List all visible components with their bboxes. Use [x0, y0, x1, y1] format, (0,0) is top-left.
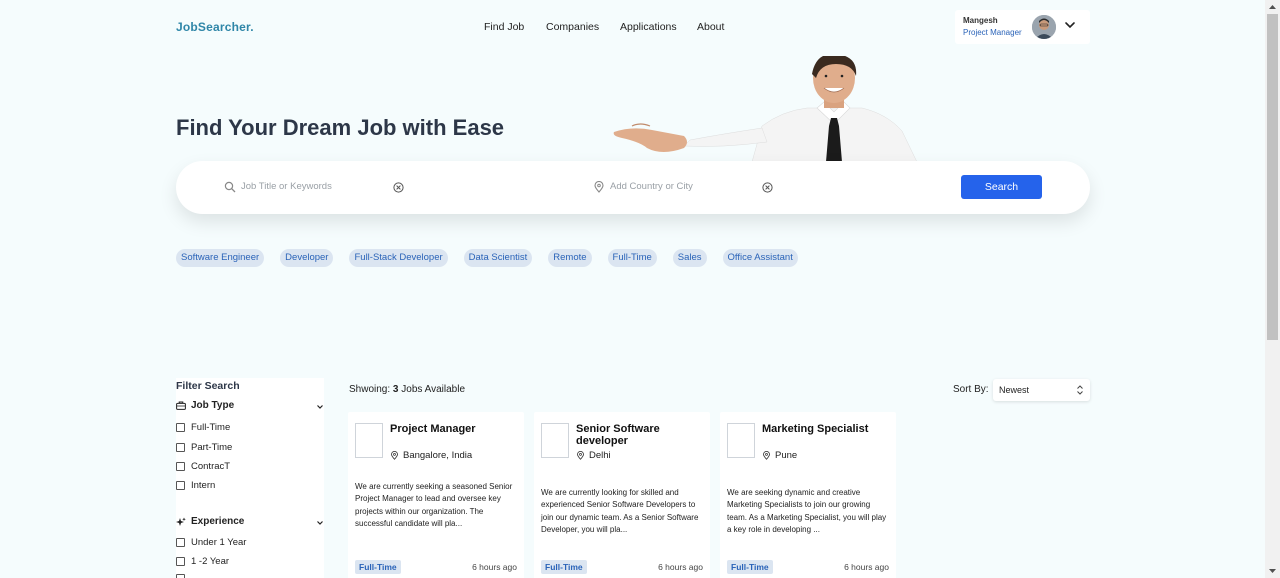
- job-card[interactable]: Marketing Specialist Pune We are seeking…: [720, 412, 896, 578]
- experience-title: Experience: [191, 516, 245, 527]
- job-location: Bangalore, India: [390, 450, 472, 461]
- filter-panel: Filter Search Job Type Full-Time Part-Ti…: [176, 378, 324, 578]
- posted-time: 6 hours ago: [658, 562, 703, 572]
- location-icon: [594, 181, 604, 193]
- sort-label: Sort By:: [953, 384, 989, 395]
- posted-time: 6 hours ago: [844, 562, 889, 572]
- experience-option[interactable]: Under 1 Year: [176, 537, 246, 548]
- job-type-title: Job Type: [191, 400, 235, 411]
- scroll-up-arrow-icon[interactable]: [1268, 3, 1277, 11]
- job-type-badge: Full-Time: [541, 560, 587, 574]
- nav-find-job[interactable]: Find Job: [484, 21, 524, 33]
- checkbox[interactable]: [176, 423, 185, 432]
- job-type-section-toggle[interactable]: Job Type: [176, 400, 234, 411]
- clear-icon[interactable]: [393, 182, 404, 193]
- job-type-option[interactable]: Full-Time: [176, 422, 230, 433]
- posted-time: 6 hours ago: [472, 562, 517, 572]
- job-type-option[interactable]: ContracT: [176, 461, 230, 472]
- location-icon: [391, 451, 398, 460]
- job-type-badge: Full-Time: [727, 560, 773, 574]
- tag-remote[interactable]: Remote: [548, 249, 592, 267]
- tag-data-scientist[interactable]: Data Scientist: [463, 249, 533, 267]
- nav-companies[interactable]: Companies: [546, 21, 599, 33]
- sparkle-icon: [176, 517, 186, 526]
- tag-full-time[interactable]: Full-Time: [607, 249, 657, 267]
- job-description: We are seeking dynamic and creative Mark…: [727, 488, 887, 534]
- checkbox[interactable]: [176, 481, 185, 490]
- page-title: Find Your Dream Job with Ease: [176, 115, 505, 140]
- job-location: Pune: [762, 450, 797, 461]
- job-title[interactable]: Senior Software developer: [576, 423, 701, 447]
- search-button[interactable]: Search: [961, 175, 1042, 199]
- checkbox[interactable]: [176, 574, 185, 578]
- checkbox[interactable]: [176, 443, 185, 452]
- briefcase-icon: [176, 401, 186, 410]
- tag-full-stack-developer[interactable]: Full-Stack Developer: [349, 249, 448, 267]
- results-count: Shwoing: 3 Jobs Available: [349, 384, 466, 395]
- chevron-down-icon[interactable]: [316, 519, 324, 527]
- location-icon: [577, 451, 584, 460]
- nav-about[interactable]: About: [697, 21, 724, 33]
- tag-sales[interactable]: Sales: [672, 249, 707, 267]
- search-bar: Search: [176, 161, 1090, 214]
- tag-software-engineer[interactable]: Software Engineer: [176, 249, 265, 267]
- user-profile-menu[interactable]: Mangesh Project Manager: [955, 10, 1090, 44]
- job-location: Delhi: [576, 450, 611, 461]
- company-logo: [355, 423, 383, 458]
- job-type-badge: Full-Time: [355, 560, 401, 574]
- job-card[interactable]: Project Manager Bangalore, India We are …: [348, 412, 524, 578]
- search-icon: [224, 181, 236, 193]
- nav-applications[interactable]: Applications: [620, 21, 677, 33]
- tag-developer[interactable]: Developer: [280, 249, 334, 267]
- job-description: We are currently looking for skilled and…: [541, 488, 699, 534]
- hero-person-illustration: [613, 56, 918, 162]
- job-card[interactable]: Senior Software developer Delhi We are c…: [534, 412, 710, 578]
- company-logo: [541, 423, 569, 458]
- job-title[interactable]: Project Manager: [390, 423, 515, 435]
- clear-icon[interactable]: [762, 182, 773, 193]
- sort-value: Newest: [999, 385, 1030, 395]
- location-icon: [763, 451, 770, 460]
- job-description: We are currently seeking a seasoned Seni…: [355, 482, 513, 528]
- popular-tags: Software Engineer Developer Full-Stack D…: [176, 249, 798, 267]
- sort-select[interactable]: Newest: [993, 379, 1090, 401]
- user-name: Mangesh: [963, 16, 998, 25]
- checkbox[interactable]: [176, 462, 185, 471]
- experience-option[interactable]: [176, 574, 185, 578]
- user-role: Project Manager: [963, 28, 1022, 37]
- job-type-option[interactable]: Intern: [176, 480, 215, 491]
- sort-icon: [1077, 385, 1083, 395]
- app-logo[interactable]: JobSearcher.: [176, 20, 254, 34]
- scrollbar-thumb[interactable]: [1267, 14, 1278, 340]
- company-logo: [727, 423, 755, 458]
- avatar[interactable]: [1032, 15, 1056, 39]
- experience-section-toggle[interactable]: Experience: [176, 516, 244, 527]
- chevron-down-icon[interactable]: [316, 403, 324, 411]
- experience-option[interactable]: 1 -2 Year: [176, 556, 229, 567]
- tag-office-assistant[interactable]: Office Assistant: [722, 249, 798, 267]
- chevron-down-icon[interactable]: [1063, 18, 1077, 32]
- location-search-input[interactable]: [610, 181, 760, 192]
- filter-title: Filter Search: [176, 380, 240, 392]
- job-title[interactable]: Marketing Specialist: [762, 423, 887, 435]
- checkbox[interactable]: [176, 557, 185, 566]
- keyword-search-input[interactable]: [241, 181, 391, 192]
- checkbox[interactable]: [176, 538, 185, 547]
- job-type-option[interactable]: Part-Time: [176, 442, 232, 453]
- scroll-down-arrow-icon[interactable]: [1268, 567, 1277, 575]
